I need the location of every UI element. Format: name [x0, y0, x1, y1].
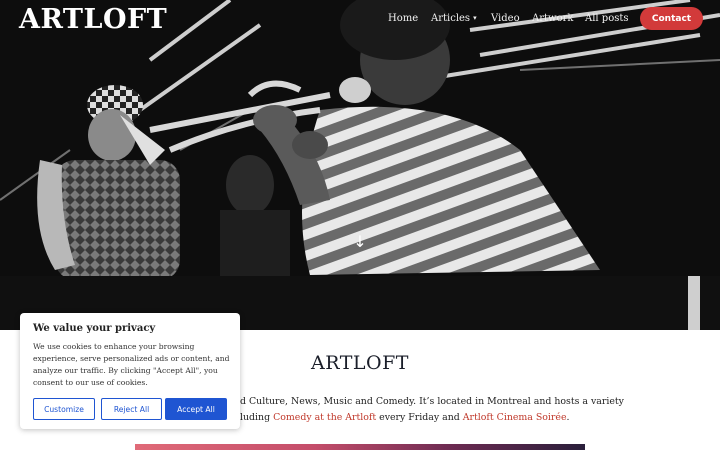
- hero-photo: [0, 0, 720, 330]
- cinema-link[interactable]: Artloft Cinema Soirée: [463, 412, 567, 423]
- hero-image: ARTLOFT Home Articles ▾ Video Artwork All…: [0, 0, 720, 330]
- cookie-banner-text: We use cookies to enhance your browsing …: [33, 342, 230, 387]
- comedy-link[interactable]: Comedy at the Artloft: [273, 412, 376, 423]
- intro-text-line-1: d Culture, News, Music and Comedy. It’s …: [240, 396, 624, 407]
- cookie-banner: We value your privacy We use cookies to …: [20, 313, 240, 429]
- customize-button[interactable]: Customize: [33, 398, 95, 420]
- accept-all-button[interactable]: Accept All: [165, 398, 227, 420]
- cookie-banner-title: We value your privacy: [33, 323, 156, 334]
- chevron-down-icon: ▾: [473, 14, 477, 22]
- nav-all-posts[interactable]: All posts: [585, 13, 629, 24]
- featured-image: [135, 444, 585, 450]
- nav-video[interactable]: Video: [491, 13, 520, 24]
- intro-text-segment: luding: [240, 412, 274, 423]
- nav-home[interactable]: Home: [388, 13, 418, 24]
- intro-text-segment: .: [566, 412, 570, 423]
- arrow-down-icon[interactable]: ↓: [352, 232, 368, 252]
- reject-all-button[interactable]: Reject All: [101, 398, 162, 420]
- nav-artwork[interactable]: Artwork: [532, 13, 573, 24]
- nav-articles-label: Articles: [431, 13, 471, 24]
- contact-button[interactable]: Contact: [640, 7, 703, 30]
- intro-text-line-2: luding Comedy at the Artloft every Frida…: [240, 412, 570, 423]
- intro-text-segment: every Friday and: [376, 412, 463, 423]
- site-logo[interactable]: ARTLOFT: [19, 4, 167, 35]
- nav-articles[interactable]: Articles ▾: [431, 13, 477, 24]
